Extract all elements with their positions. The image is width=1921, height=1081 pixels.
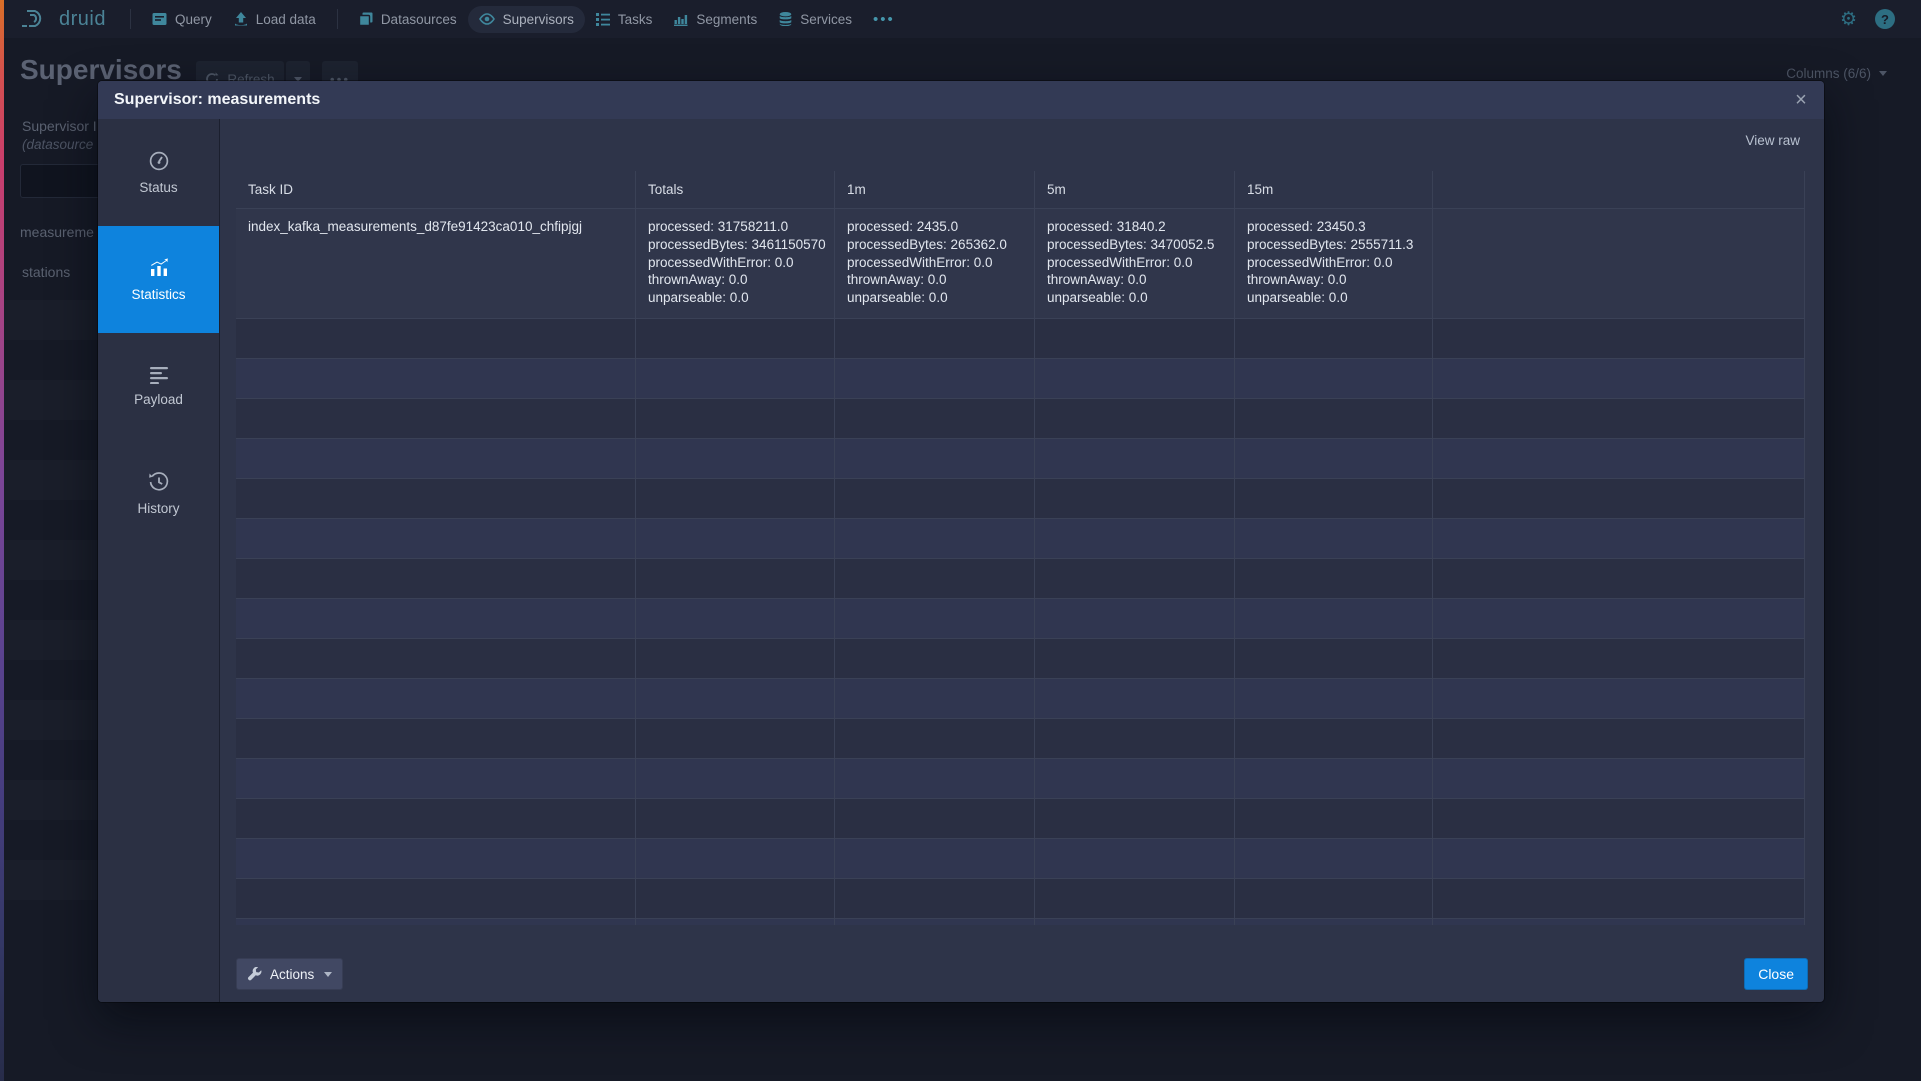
cell-15m: processed: 23450.3 processedBytes: 25557… bbox=[1235, 209, 1433, 318]
tab-status[interactable]: Status bbox=[98, 119, 219, 226]
chart-icon bbox=[148, 257, 170, 279]
tab-label: Payload bbox=[134, 392, 183, 407]
dashboard-icon bbox=[148, 150, 170, 172]
table-empty-row bbox=[236, 399, 1804, 439]
list-icon bbox=[596, 13, 610, 26]
dialog-side-nav: Status Statistics Payload bbox=[98, 119, 220, 1002]
table-data-row: index_kafka_measurements_d87fe91423ca010… bbox=[236, 209, 1804, 319]
tab-history[interactable]: History bbox=[98, 440, 219, 547]
nav-item-label: Services bbox=[800, 12, 852, 27]
supervisor-id-column-label: Supervisor I bbox=[22, 118, 97, 134]
columns-dropdown[interactable]: Columns (6/6) bbox=[1786, 66, 1887, 81]
table-empty-row bbox=[236, 759, 1804, 799]
column-header-task-id: Task ID bbox=[236, 171, 636, 208]
chevron-down-icon bbox=[324, 972, 332, 977]
wrench-icon bbox=[247, 967, 262, 982]
nav-item-segments[interactable]: Segments bbox=[663, 6, 768, 33]
table-empty-row bbox=[236, 879, 1804, 919]
edge-gradient-stripe bbox=[0, 0, 4, 1081]
close-icon[interactable]: × bbox=[1786, 85, 1816, 115]
supervisor-row-measurements[interactable]: measureme bbox=[20, 224, 94, 240]
tab-payload[interactable]: Payload bbox=[98, 333, 219, 440]
nav-item-tasks[interactable]: Tasks bbox=[585, 6, 664, 33]
table-empty-row bbox=[236, 479, 1804, 519]
datasource-sublabel: (datasource bbox=[22, 137, 93, 152]
nav-divider bbox=[337, 9, 338, 29]
table-empty-row bbox=[236, 679, 1804, 719]
nav-item-supervisors[interactable]: Supervisors bbox=[468, 6, 585, 33]
column-header-empty bbox=[1433, 171, 1805, 208]
nav-item-label: Query bbox=[175, 12, 212, 27]
bar-chart-icon bbox=[674, 12, 688, 26]
brand-name: druid bbox=[59, 8, 106, 31]
nav-item-label: Load data bbox=[256, 12, 316, 27]
column-header-1m: 1m bbox=[835, 171, 1035, 208]
background-table-stripes bbox=[4, 300, 98, 1006]
align-left-icon bbox=[149, 366, 169, 384]
table-empty-row bbox=[236, 319, 1804, 359]
nav-item-label: Tasks bbox=[618, 12, 653, 27]
columns-label: Columns (6/6) bbox=[1786, 66, 1871, 81]
nav-item-label: Segments bbox=[696, 12, 757, 27]
nav-item-load-data[interactable]: Load data bbox=[223, 6, 327, 33]
top-nav: druid Query Load data Datasources Superv… bbox=[0, 0, 1921, 38]
cell-totals: processed: 31758211.0 processedBytes: 34… bbox=[636, 209, 835, 318]
tab-label: Status bbox=[139, 180, 177, 195]
druid-console: druid Query Load data Datasources Superv… bbox=[0, 0, 1921, 1081]
druid-logo[interactable]: druid bbox=[14, 8, 120, 31]
column-header-5m: 5m bbox=[1035, 171, 1235, 208]
table-empty-row bbox=[236, 919, 1804, 925]
supervisor-row-stations[interactable]: stations bbox=[22, 264, 70, 280]
table-empty-row bbox=[236, 799, 1804, 839]
actions-button[interactable]: Actions bbox=[236, 958, 343, 990]
help-icon[interactable]: ? bbox=[1875, 9, 1895, 29]
nav-right: ⚙ ? bbox=[1840, 9, 1921, 29]
close-button[interactable]: Close bbox=[1744, 958, 1808, 990]
dialog-main: View raw Task ID Totals 1m 5m 15m index_… bbox=[220, 119, 1824, 1002]
table-empty-row bbox=[236, 359, 1804, 399]
table-empty-row bbox=[236, 559, 1804, 599]
settings-gear-icon[interactable]: ⚙ bbox=[1840, 10, 1857, 29]
dialog-title: Supervisor: measurements bbox=[114, 91, 320, 109]
stack-icon bbox=[359, 12, 373, 26]
cell-5m: processed: 31840.2 processedBytes: 34700… bbox=[1035, 209, 1235, 318]
dialog-header: Supervisor: measurements × bbox=[98, 81, 1824, 119]
cell-task-id: index_kafka_measurements_d87fe91423ca010… bbox=[236, 209, 636, 318]
nav-item-label: Datasources bbox=[381, 12, 457, 27]
dialog-footer: Actions Close bbox=[236, 958, 1808, 990]
table-empty-rows bbox=[236, 319, 1804, 925]
nav-item-datasources[interactable]: Datasources bbox=[348, 6, 468, 33]
tab-label: Statistics bbox=[131, 287, 185, 302]
table-empty-row bbox=[236, 719, 1804, 759]
druid-logo-icon bbox=[20, 8, 50, 30]
tab-label: History bbox=[137, 501, 179, 516]
column-header-totals: Totals bbox=[636, 171, 835, 208]
actions-label: Actions bbox=[270, 967, 314, 982]
nav-item-services[interactable]: Services bbox=[768, 6, 863, 33]
nav-item-query[interactable]: Query bbox=[141, 6, 223, 33]
cell-empty bbox=[1433, 209, 1805, 318]
dialog-body: Status Statistics Payload bbox=[98, 119, 1824, 1002]
upload-icon bbox=[234, 12, 248, 26]
table-empty-row bbox=[236, 639, 1804, 679]
console-icon bbox=[152, 12, 167, 26]
nav-item-label: Supervisors bbox=[503, 12, 574, 27]
nav-divider bbox=[130, 9, 131, 29]
eye-icon bbox=[479, 13, 495, 25]
database-icon bbox=[779, 12, 792, 26]
statistics-table: Task ID Totals 1m 5m 15m index_kafka_mea… bbox=[236, 171, 1805, 925]
table-empty-row bbox=[236, 599, 1804, 639]
table-empty-row bbox=[236, 439, 1804, 479]
chevron-down-icon bbox=[1879, 71, 1887, 76]
table-empty-row bbox=[236, 839, 1804, 879]
nav-more-button[interactable]: ••• bbox=[863, 11, 905, 28]
tab-statistics[interactable]: Statistics bbox=[98, 226, 219, 333]
column-header-15m: 15m bbox=[1235, 171, 1433, 208]
table-header-row: Task ID Totals 1m 5m 15m bbox=[236, 171, 1804, 209]
view-raw-link[interactable]: View raw bbox=[1745, 133, 1800, 148]
supervisor-dialog: Supervisor: measurements × Status Stati bbox=[98, 81, 1824, 1002]
table-empty-row bbox=[236, 519, 1804, 559]
history-icon bbox=[148, 471, 170, 493]
cell-1m: processed: 2435.0 processedBytes: 265362… bbox=[835, 209, 1035, 318]
